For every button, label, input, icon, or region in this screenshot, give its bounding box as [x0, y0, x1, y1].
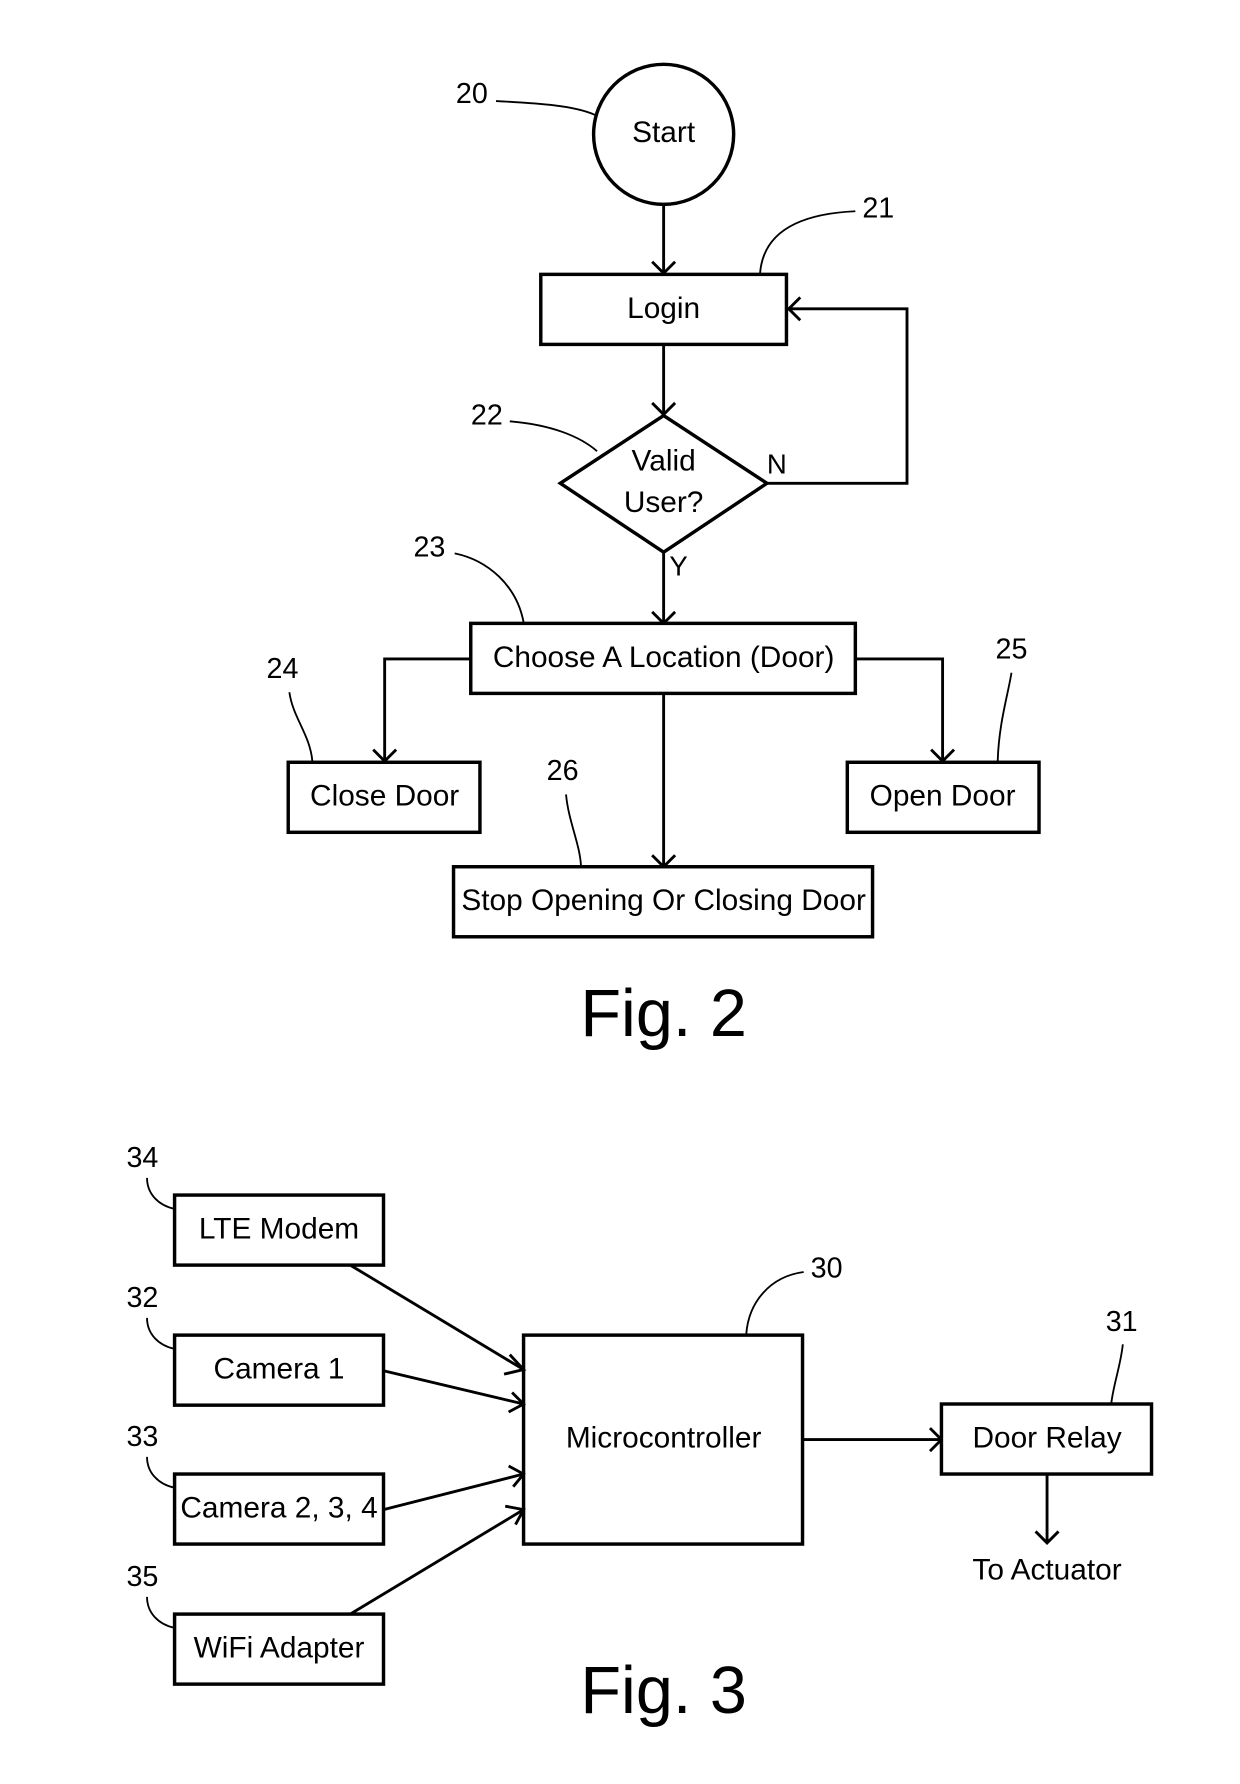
figure-3-caption: Fig. 3	[580, 1654, 747, 1728]
leader-line-24	[288, 692, 314, 762]
leader-line-35	[146, 1596, 175, 1629]
edge-camera234-to-mcu	[383, 1472, 524, 1512]
to-actuator-label: To Actuator	[972, 1553, 1121, 1586]
microcontroller-label: Microcontroller	[566, 1421, 762, 1454]
yes-label: Y	[669, 551, 687, 582]
no-label: N	[767, 448, 787, 479]
valid-user-label-line1: Valid	[632, 445, 696, 478]
door-relay-label: Door Relay	[972, 1421, 1121, 1454]
ref-34: 34	[126, 1142, 158, 1174]
ref-32: 32	[126, 1282, 158, 1314]
edge-camera1-to-mcu	[383, 1369, 524, 1406]
ref-35: 35	[126, 1561, 158, 1593]
ref-23: 23	[413, 531, 445, 563]
figure-2-caption: Fig. 2	[580, 977, 747, 1051]
leader-line-33	[146, 1456, 175, 1489]
leader-line-22	[509, 420, 598, 452]
ref-33: 33	[126, 1421, 158, 1453]
leader-line-20	[495, 100, 596, 116]
wifi-adapter-label: WiFi Adapter	[194, 1632, 365, 1665]
ref-31: 31	[1106, 1306, 1138, 1338]
ref-20: 20	[456, 78, 488, 110]
camera-2-3-4-label: Camera 2, 3, 4	[180, 1492, 377, 1525]
edge-open-door	[855, 657, 945, 762]
leader-line-23	[454, 552, 525, 623]
camera-1-label: Camera 1	[214, 1353, 345, 1386]
leader-line-32	[146, 1317, 175, 1350]
leader-line-34	[146, 1177, 175, 1210]
patent-figures: Start 20 Login 21 Valid User? 22 N Y Cho…	[126, 62, 1154, 1728]
ref-30: 30	[811, 1252, 843, 1284]
leader-line-30	[745, 1271, 804, 1335]
leader-line-25	[996, 672, 1013, 762]
choose-location-label: Choose A Location (Door)	[493, 641, 835, 674]
ref-21: 21	[862, 193, 894, 225]
ref-25: 25	[996, 633, 1028, 665]
leader-line-31	[1110, 1344, 1124, 1403]
stop-door-label: Stop Opening Or Closing Door	[461, 884, 866, 917]
valid-user-label-line2: User?	[624, 486, 704, 519]
ref-24: 24	[267, 653, 299, 685]
figure-3-block-diagram: LTE Modem 34 Camera 1 32 Camera 2, 3, 4 …	[126, 1142, 1154, 1728]
login-label: Login	[627, 292, 700, 325]
leader-line-21	[759, 210, 856, 274]
edge-close-door	[383, 657, 471, 762]
ref-22: 22	[471, 399, 503, 431]
valid-user-decision	[557, 413, 771, 555]
start-label: Start	[632, 116, 696, 149]
figure-2-flowchart: Start 20 Login 21 Valid User? 22 N Y Cho…	[267, 62, 1041, 1051]
open-door-label: Open Door	[870, 780, 1016, 813]
ref-26: 26	[547, 755, 579, 787]
leader-line-26	[565, 794, 582, 866]
lte-modem-label: LTE Modem	[199, 1213, 359, 1246]
close-door-label: Close Door	[310, 780, 459, 813]
